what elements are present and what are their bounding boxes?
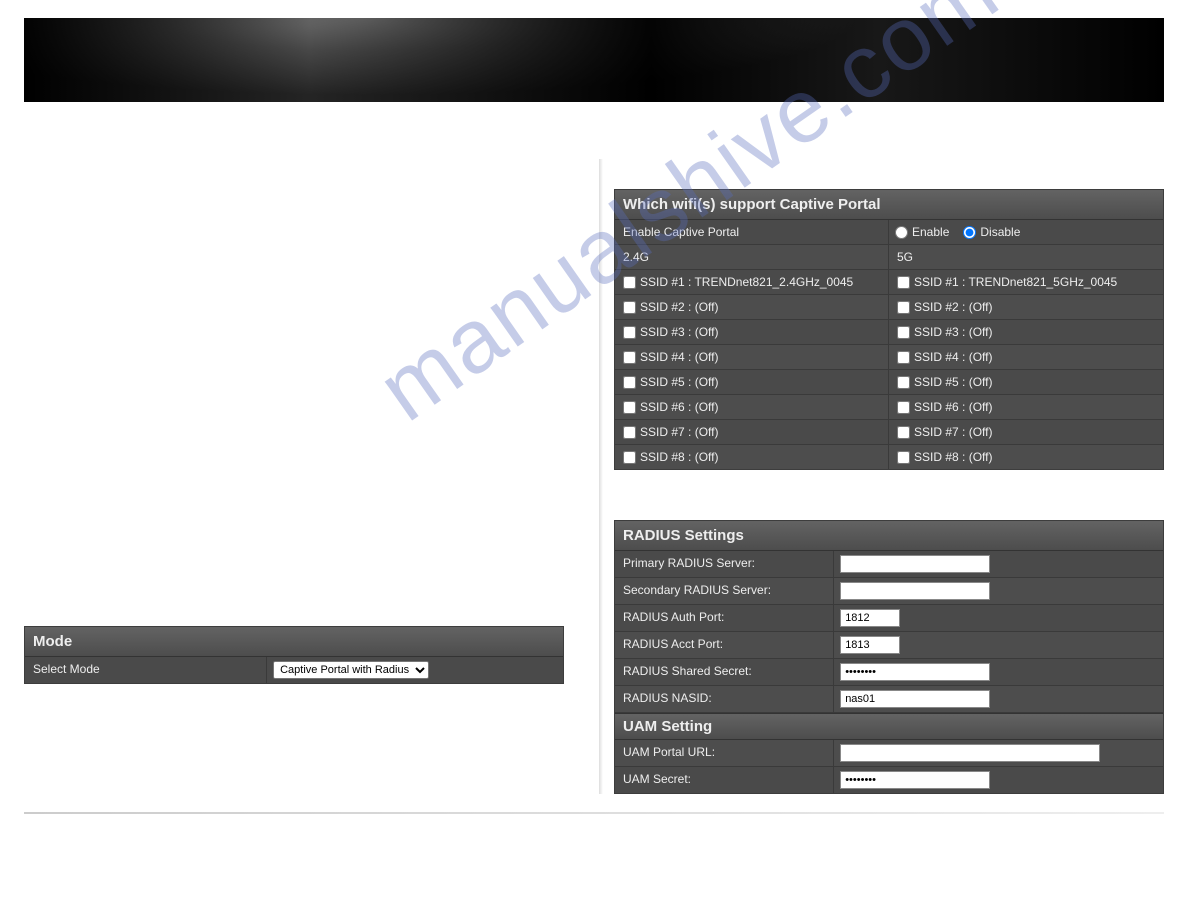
enable-radio-label: Enable [912,225,949,239]
uam-url-label: UAM Portal URL: [615,740,834,766]
ssid24-3-label: SSID #3 : (Off) [640,325,718,339]
ssid24-7-label: SSID #7 : (Off) [640,425,718,439]
enable-radio[interactable] [895,226,908,239]
radius-secret-input[interactable] [840,663,990,681]
ssid5-6-checkbox[interactable] [897,401,910,414]
secondary-radius-input[interactable] [840,582,990,600]
disable-radio-label: Disable [980,225,1020,239]
mode-panel: Mode Select Mode Captive Portal with Rad… [24,626,564,684]
top-banner [24,18,1164,102]
ssid5-1-checkbox[interactable] [897,276,910,289]
ssid5-7-label: SSID #7 : (Off) [914,425,992,439]
uam-secret-label: UAM Secret: [615,767,834,793]
disable-radio-wrap[interactable]: Disable [963,225,1020,239]
select-mode-dropdown[interactable]: Captive Portal with Radius [273,661,429,679]
ssid24-4-checkbox[interactable] [623,351,636,364]
radius-secret-label: RADIUS Shared Secret: [615,659,834,685]
ssid24-8-label: SSID #8 : (Off) [640,450,718,464]
ssid5-2-label: SSID #2 : (Off) [914,300,992,314]
ssid5-7-checkbox[interactable] [897,426,910,439]
ssid5-3-checkbox[interactable] [897,326,910,339]
radius-panel: RADIUS Settings Primary RADIUS Server: S… [614,520,1164,794]
ssid5-5-checkbox[interactable] [897,376,910,389]
select-mode-label: Select Mode [25,657,267,683]
ssid24-4-label: SSID #4 : (Off) [640,350,718,364]
uam-header: UAM Setting [615,713,1163,740]
acct-port-label: RADIUS Acct Port: [615,632,834,658]
ssid24-6-checkbox[interactable] [623,401,636,414]
ssid24-1-label: SSID #1 : TRENDnet821_2.4GHz_0045 [640,275,853,289]
wifi-header: Which wifi(s) support Captive Portal [615,190,1163,220]
ssid24-6-label: SSID #6 : (Off) [640,400,718,414]
primary-radius-input[interactable] [840,555,990,573]
ssid5-8-label: SSID #8 : (Off) [914,450,992,464]
wifi-panel: Which wifi(s) support Captive Portal Ena… [614,189,1164,470]
ssid5-3-label: SSID #3 : (Off) [914,325,992,339]
ssid24-5-checkbox[interactable] [623,376,636,389]
ssid5-1-label: SSID #1 : TRENDnet821_5GHz_0045 [914,275,1117,289]
enable-radio-wrap[interactable]: Enable [895,225,949,239]
band-5-label: 5G [889,245,1163,269]
radius-header: RADIUS Settings [615,521,1163,551]
select-mode-cell: Captive Portal with Radius [267,657,563,683]
acct-port-input[interactable] [840,636,900,654]
primary-radius-label: Primary RADIUS Server: [615,551,834,577]
radius-nasid-label: RADIUS NASID: [615,686,834,712]
ssid24-3-checkbox[interactable] [623,326,636,339]
ssid24-1-checkbox[interactable] [623,276,636,289]
secondary-radius-label: Secondary RADIUS Server: [615,578,834,604]
ssid5-6-label: SSID #6 : (Off) [914,400,992,414]
ssid24-7-checkbox[interactable] [623,426,636,439]
ssid24-2-checkbox[interactable] [623,301,636,314]
ssid5-4-checkbox[interactable] [897,351,910,364]
radius-nasid-input[interactable] [840,690,990,708]
bottom-divider [24,812,1164,814]
band-24-label: 2.4G [615,245,889,269]
ssid24-8-checkbox[interactable] [623,451,636,464]
auth-port-label: RADIUS Auth Port: [615,605,834,631]
ssid5-8-checkbox[interactable] [897,451,910,464]
uam-secret-input[interactable] [840,771,990,789]
enable-captive-label: Enable Captive Portal [615,220,889,244]
enable-captive-cell: Enable Disable [889,220,1163,244]
disable-radio[interactable] [963,226,976,239]
ssid5-4-label: SSID #4 : (Off) [914,350,992,364]
ssid5-2-checkbox[interactable] [897,301,910,314]
column-divider [599,159,603,794]
ssid24-5-label: SSID #5 : (Off) [640,375,718,389]
auth-port-input[interactable] [840,609,900,627]
ssid24-2-label: SSID #2 : (Off) [640,300,718,314]
mode-header: Mode [25,627,563,657]
ssid5-5-label: SSID #5 : (Off) [914,375,992,389]
uam-url-input[interactable] [840,744,1100,762]
